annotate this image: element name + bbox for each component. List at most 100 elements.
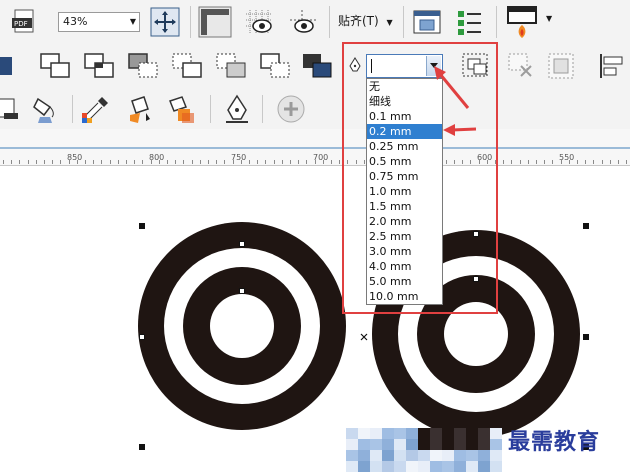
selection-handle[interactable] [583, 334, 589, 340]
back-minus-front-icon[interactable] [258, 51, 292, 81]
create-boundary-icon[interactable] [506, 51, 536, 81]
fill-tool-icon[interactable] [30, 95, 66, 125]
left-target-rings [138, 222, 346, 430]
ruler-tick [552, 160, 553, 164]
mosaic-block [346, 439, 358, 450]
intersect-icon[interactable] [126, 51, 160, 81]
ruler-tick [315, 160, 316, 164]
ruler-tick [282, 160, 283, 164]
ruler-tick [192, 160, 193, 164]
combine-objects-icon[interactable] [546, 51, 576, 81]
launch-icon[interactable] [506, 5, 538, 39]
ruler-tick [3, 160, 4, 164]
ruler-tick [249, 160, 250, 164]
simplify-icon[interactable] [170, 51, 204, 81]
mosaic-block [454, 461, 466, 472]
mosaic-block [442, 461, 454, 472]
guidelines-icon[interactable] [286, 6, 320, 38]
ruler-tick [118, 160, 119, 164]
mosaic-block [394, 439, 406, 450]
mosaic-block [478, 461, 490, 472]
ruler-tick [60, 160, 61, 164]
mosaic-block [370, 428, 382, 439]
mosaic-block [382, 428, 394, 439]
front-minus-back-icon[interactable] [214, 51, 248, 81]
align-icon[interactable] [598, 51, 626, 81]
ruler-tick [85, 160, 86, 164]
add-icon[interactable] [276, 94, 306, 124]
mosaic-block [454, 439, 466, 450]
boundary-icon[interactable] [300, 51, 334, 81]
mosaic-block [418, 439, 430, 450]
ruler-tick [52, 160, 53, 164]
eyedropper-icon[interactable] [80, 93, 112, 125]
mosaic-block [478, 450, 490, 461]
trim-icon[interactable] [82, 51, 116, 81]
ruler-tick [200, 160, 201, 164]
mosaic-block [346, 428, 358, 439]
mosaic-block [346, 450, 358, 461]
ruler-tick [167, 160, 168, 164]
mosaic-block [490, 461, 502, 472]
mosaic-block [430, 439, 442, 450]
ruler-tick [134, 160, 135, 164]
mosaic-block [478, 428, 490, 439]
fit-page-icon[interactable] [150, 7, 180, 37]
mosaic-block [442, 450, 454, 461]
chevron-down-icon: ▼ [386, 18, 393, 27]
mosaic-block [406, 450, 418, 461]
selection-handle[interactable] [583, 223, 589, 229]
ruler-tick [265, 160, 266, 164]
mosaic-block [490, 439, 502, 450]
mosaic-block [478, 439, 490, 450]
attributes-dropper-icon[interactable] [166, 93, 198, 125]
standard-toolbar: PDF 43% ▼ 贴齐(T) ▼ ▼ [0, 0, 630, 44]
pdf-icon[interactable]: PDF [10, 8, 38, 36]
ruler-tick [28, 160, 29, 164]
grid-icon[interactable] [242, 6, 276, 38]
ruler-tick [257, 160, 258, 164]
mosaic-block [490, 428, 502, 439]
paint-bucket-icon[interactable] [126, 93, 158, 125]
mosaic-block [370, 461, 382, 472]
checklist-icon[interactable] [454, 7, 484, 37]
horizontal-ruler[interactable]: 850 800 750 700 600 550 [0, 129, 630, 166]
path-node[interactable] [239, 241, 245, 247]
selection-handle[interactable] [139, 223, 145, 229]
zoom-level-select[interactable]: 43% ▼ [58, 12, 140, 32]
outline-pen-tool-icon[interactable] [222, 93, 252, 125]
ruler-tick [77, 160, 78, 164]
zoom-level-value: 43% [63, 15, 88, 28]
mosaic-block [430, 461, 442, 472]
selection-handle[interactable] [139, 444, 145, 450]
ruler-tick [36, 160, 37, 164]
ruler-tick [101, 160, 102, 164]
mosaic-block [418, 461, 430, 472]
ruler-tick [274, 160, 275, 164]
ruler-tick [233, 160, 234, 164]
combine-icon[interactable] [0, 51, 22, 81]
mosaic-block [358, 461, 370, 472]
selection-handle[interactable] [139, 334, 145, 340]
ruler-tick [298, 160, 299, 164]
ruler-tick [183, 160, 184, 164]
ruler-tick [208, 160, 209, 164]
weld-icon[interactable] [38, 51, 72, 81]
rulers-icon[interactable] [198, 6, 232, 38]
path-node[interactable] [239, 288, 245, 294]
ruler-tick [323, 160, 324, 164]
chevron-down-icon[interactable]: ▼ [546, 14, 556, 24]
mosaic-block [406, 461, 418, 472]
mosaic-block [430, 450, 442, 461]
snap-to-menu[interactable]: 贴齐(T) ▼ [338, 12, 393, 32]
options-icon[interactable] [412, 7, 442, 37]
ruler-tick [585, 160, 586, 164]
ruler-tick [224, 160, 225, 164]
snap-to-label: 贴齐(T) [338, 14, 379, 28]
mosaic-block [370, 450, 382, 461]
mosaic-block [382, 450, 394, 461]
shadow-tool-icon[interactable] [0, 95, 26, 123]
ruler-tick [593, 160, 594, 164]
ruler-tick [520, 160, 521, 164]
ruler-tick [618, 160, 619, 164]
